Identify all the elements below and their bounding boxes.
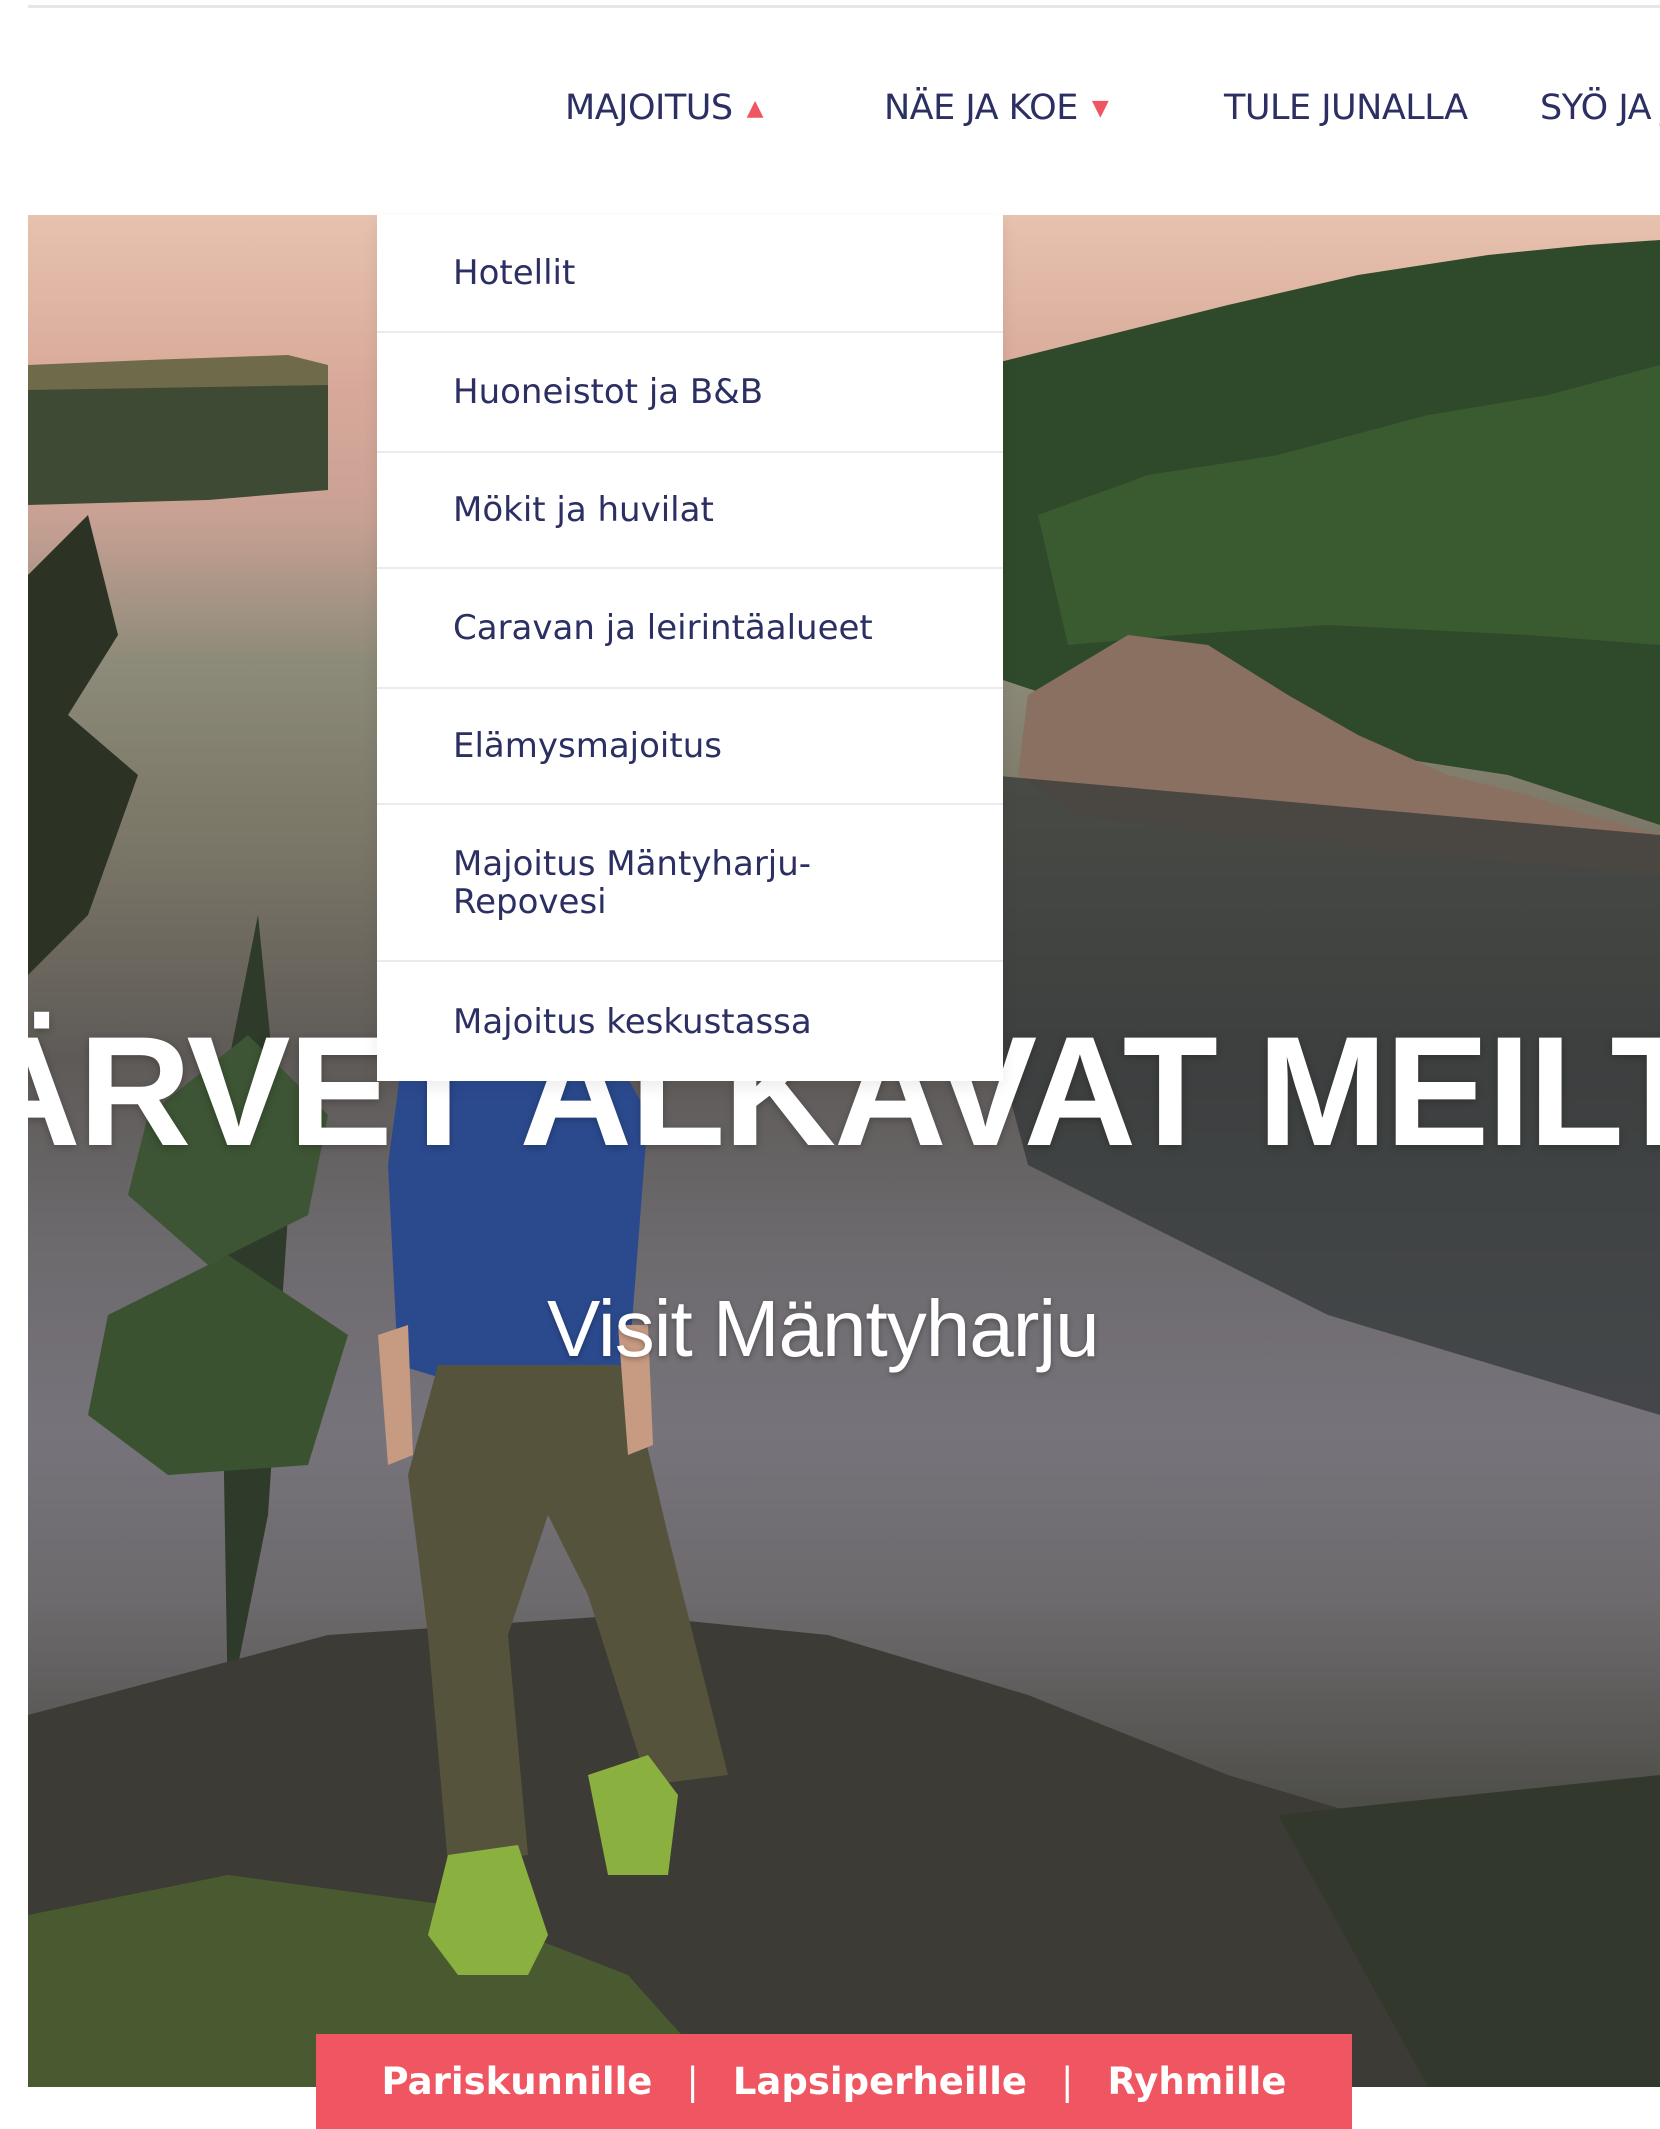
nav-item-label: SYÖ JA J [1540, 88, 1660, 128]
dropdown-item-caravan[interactable]: Caravan ja leirintäalueet [377, 569, 1003, 689]
nav-item-majoitus[interactable]: MAJOITUS ▲ [565, 88, 763, 128]
caret-up-icon: ▲ [746, 95, 764, 121]
audience-link-ryhmille[interactable]: Ryhmille [1107, 2060, 1286, 2103]
dropdown-item-elamysmajoitus[interactable]: Elämysmajoitus [377, 689, 1003, 805]
nav-item-tule-junalla[interactable]: TULE JUNALLA [1224, 88, 1468, 128]
dropdown-item-hotellit[interactable]: Hotellit [377, 215, 1003, 333]
audience-bar: Pariskunnille | Lapsiperheille | Ryhmill… [316, 2034, 1352, 2129]
majoitus-dropdown-menu: Hotellit Huoneistot ja B&B Mökit ja huvi… [377, 215, 1003, 1081]
dropdown-item-mantyharju-repovesi[interactable]: Majoitus Mäntyharju-Repovesi [377, 805, 1003, 962]
main-navigation: MAJOITUS ▲ NÄE JA KOE ▼ TULE JUNALLA SYÖ… [0, 88, 1660, 136]
nav-item-nae-ja-koe[interactable]: NÄE JA KOE ▼ [884, 88, 1109, 128]
caret-down-icon: ▼ [1091, 95, 1109, 121]
nav-item-label: NÄE JA KOE [884, 88, 1078, 128]
hero-subtitle: Visit Mäntyharju [547, 1284, 1100, 1373]
separator: | [686, 2060, 699, 2103]
audience-link-lapsiperheille[interactable]: Lapsiperheille [733, 2060, 1027, 2103]
top-rule [28, 5, 1660, 8]
dropdown-item-huoneistot[interactable]: Huoneistot ja B&B [377, 333, 1003, 453]
nav-item-syo-ja-juo[interactable]: SYÖ JA J [1540, 88, 1660, 128]
audience-link-pariskunnille[interactable]: Pariskunnille [382, 2060, 653, 2103]
dropdown-item-mokit[interactable]: Mökit ja huvilat [377, 453, 1003, 569]
dropdown-item-keskustassa[interactable]: Majoitus keskustassa [377, 962, 1003, 1081]
nav-item-label: TULE JUNALLA [1224, 88, 1468, 128]
separator: | [1060, 2060, 1074, 2103]
nav-item-label: MAJOITUS [565, 88, 733, 128]
